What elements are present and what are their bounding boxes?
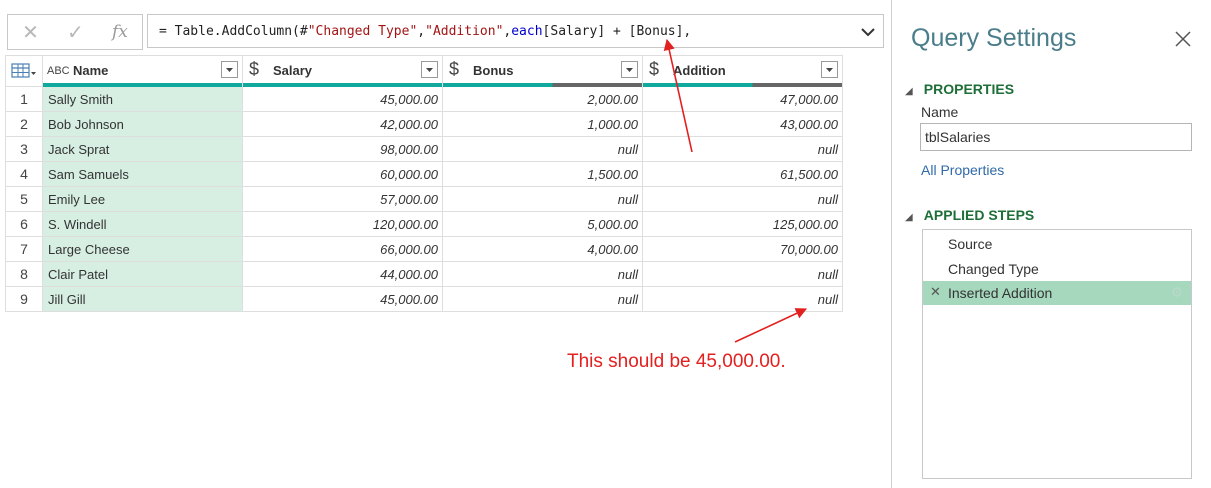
step-label: Changed Type [948,261,1039,277]
name-label: Name [921,104,959,120]
query-settings-title: Query Settings [911,24,1077,52]
step-label: Source [948,236,993,252]
gear-icon[interactable]: ⚙ [1170,284,1183,301]
applied-steps-list: Source Changed Type ✕ Inserted Addition … [922,229,1192,479]
delete-step-icon[interactable]: ✕ [930,284,941,300]
close-icon[interactable] [1172,28,1194,50]
section-title: APPLIED STEPS [923,207,1035,223]
applied-steps-section-header[interactable]: ◢ APPLIED STEPS [905,205,1034,224]
step-changed-type[interactable]: Changed Type [923,257,1191,281]
query-name-input[interactable]: tblSalaries [920,123,1192,151]
step-inserted-addition[interactable]: ✕ Inserted Addition ⚙ [923,281,1191,305]
step-label: Inserted Addition [948,285,1053,301]
step-source[interactable]: Source [923,232,1191,256]
arrow-to-null-cell [734,308,808,343]
collapse-triangle-icon[interactable]: ◢ [905,212,913,223]
all-properties-link[interactable]: All Properties [921,162,1004,178]
collapse-triangle-icon[interactable]: ◢ [905,86,913,97]
section-title: PROPERTIES [923,81,1015,97]
properties-section-header[interactable]: ◢ PROPERTIES [905,79,1014,98]
annotation-text: This should be 45,000.00. [567,351,786,372]
annotation-arrows [663,38,808,343]
arrow-to-formula [663,38,693,153]
